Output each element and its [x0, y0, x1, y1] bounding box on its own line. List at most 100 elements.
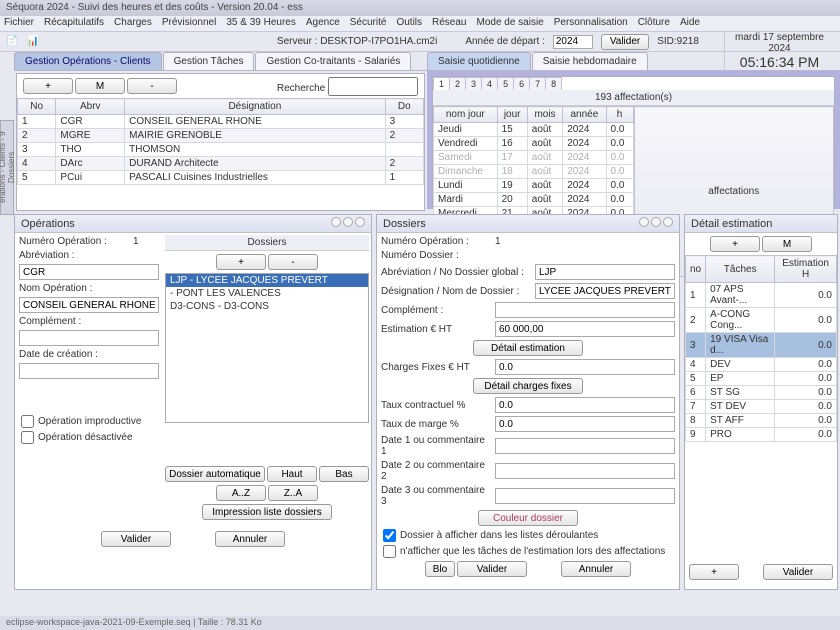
- minus-button[interactable]: -: [268, 254, 318, 270]
- valider-button[interactable]: Valider: [101, 531, 171, 547]
- menu-item[interactable]: Outils: [396, 17, 422, 30]
- time-text: 05:16:34 PM: [725, 54, 834, 70]
- detail-table[interactable]: noTâchesEstimation H107 APS Avant-...0.0…: [685, 255, 837, 442]
- d-abrev-label: Abréviation / No Dossier global :: [381, 267, 531, 278]
- num-tab[interactable]: 1: [433, 77, 450, 90]
- d-est-input[interactable]: [495, 321, 675, 337]
- tab[interactable]: Saisie quotidienne: [427, 52, 531, 70]
- az-button[interactable]: A..Z: [216, 485, 266, 501]
- num-tab[interactable]: 6: [513, 77, 530, 90]
- num-tab[interactable]: 7: [529, 77, 546, 90]
- d-abrev-input[interactable]: [535, 264, 675, 280]
- chk-showlist-label: Dossier à afficher dans les listes dérou…: [400, 530, 598, 541]
- menu-item[interactable]: Agence: [306, 17, 340, 30]
- comp-label: Complément :: [19, 316, 129, 327]
- d-comp-label: Complément :: [381, 305, 491, 316]
- d-taux-input[interactable]: [495, 397, 675, 413]
- plus-button[interactable]: +: [710, 236, 760, 252]
- tab[interactable]: Saisie hebdomadaire: [532, 52, 648, 70]
- blo-button[interactable]: Blo: [425, 561, 455, 577]
- chk-desact-label: Opération désactivée: [38, 432, 133, 443]
- window-controls[interactable]: [329, 217, 365, 230]
- clients-table[interactable]: NoAbrvDésignationDo1CGRCONSEIL GENERAL R…: [17, 98, 424, 185]
- menu-item[interactable]: Sécurité: [350, 17, 387, 30]
- m-button[interactable]: M: [75, 78, 125, 94]
- d-comp-input[interactable]: [495, 302, 675, 318]
- num-tab[interactable]: 2: [449, 77, 466, 90]
- za-button[interactable]: Z..A: [268, 485, 318, 501]
- title-bar: Séquora 2024 - Suivi des heures et des c…: [0, 0, 840, 16]
- status-bar: eclipse-workspace-java-2021-09-Exemple.s…: [0, 616, 840, 630]
- menu-item[interactable]: Fichier: [4, 17, 34, 30]
- num-tab[interactable]: 8: [545, 77, 562, 90]
- menu-item[interactable]: Aide: [680, 17, 700, 30]
- detchf-button[interactable]: Détail charges fixes: [473, 378, 583, 394]
- search-input[interactable]: [328, 77, 418, 96]
- d-desig-label: Désignation / Nom de Dossier :: [381, 286, 531, 297]
- annuler-button[interactable]: Annuler: [215, 531, 285, 547]
- plus-button[interactable]: +: [23, 78, 73, 94]
- d-numop-label: Numéro Opération :: [381, 236, 491, 247]
- nomop-input[interactable]: [19, 297, 159, 313]
- print-button[interactable]: Impression liste dossiers: [202, 504, 332, 520]
- detest-button[interactable]: Détail estimation: [473, 340, 583, 356]
- toolbar-icon[interactable]: 📄: [6, 36, 18, 47]
- validate-button[interactable]: Valider: [601, 34, 649, 50]
- year-input[interactable]: [553, 35, 593, 49]
- haut-button[interactable]: Haut: [267, 466, 317, 482]
- comp-input[interactable]: [19, 330, 159, 346]
- detail-title: Détail estimation: [691, 218, 772, 230]
- plus-button[interactable]: +: [216, 254, 266, 270]
- num-tab[interactable]: 4: [481, 77, 498, 90]
- date-label: Date de création :: [19, 349, 129, 360]
- menu-item[interactable]: 35 & 39 Heures: [226, 17, 296, 30]
- d-chf-input[interactable]: [495, 359, 675, 375]
- chk-tasksonly-label: n'afficher que les tâches de l'estimatio…: [400, 546, 665, 557]
- d-d1-label: Date 1 ou commentaire 1: [381, 435, 491, 457]
- menu-item[interactable]: Charges: [114, 17, 152, 30]
- num-tab[interactable]: 3: [465, 77, 482, 90]
- server-label: Serveur : DESKTOP-I7PO1HA.cm2i: [277, 36, 437, 47]
- color-button[interactable]: Couleur dossier: [478, 510, 578, 526]
- d-d3-label: Date 3 ou commentaire 3: [381, 485, 491, 507]
- num-tabs[interactable]: 12345678: [433, 77, 834, 90]
- minus-button[interactable]: -: [127, 78, 177, 94]
- d-d1-input[interactable]: [495, 438, 675, 454]
- dossier-list[interactable]: LJP - LYCEE JACQUES PREVERT - PONT LES V…: [165, 273, 369, 423]
- date-input[interactable]: [19, 363, 159, 379]
- plus-button[interactable]: +: [689, 564, 739, 580]
- menu-item[interactable]: Prévisionnel: [162, 17, 216, 30]
- menu-item[interactable]: Récapitulatifs: [44, 17, 104, 30]
- bas-button[interactable]: Bas: [319, 466, 369, 482]
- d-marge-input[interactable]: [495, 416, 675, 432]
- menu-item[interactable]: Personnalisation: [554, 17, 628, 30]
- toolbar-icon[interactable]: 📊: [26, 36, 38, 47]
- chk-showlist[interactable]: [383, 529, 396, 542]
- tab[interactable]: Gestion Tâches: [163, 52, 255, 70]
- chk-improd-label: Opération improductive: [38, 416, 141, 427]
- m-button[interactable]: M: [762, 236, 812, 252]
- menu-item[interactable]: Clôture: [638, 17, 670, 30]
- num-tab[interactable]: 5: [497, 77, 514, 90]
- side-tab[interactable]: érations - Clients - 9 Dossiers: [0, 120, 14, 215]
- chk-improd[interactable]: [21, 415, 34, 428]
- chk-tasksonly[interactable]: [383, 545, 396, 558]
- abrev-input[interactable]: [19, 264, 159, 280]
- window-controls[interactable]: [637, 217, 673, 230]
- tab[interactable]: Gestion Opérations - Clients: [14, 52, 162, 70]
- valider-button[interactable]: Valider: [763, 564, 833, 580]
- auto-button[interactable]: Dossier automatique: [165, 466, 265, 482]
- valider-button[interactable]: Valider: [457, 561, 527, 577]
- chk-desact[interactable]: [21, 431, 34, 444]
- d-d3-input[interactable]: [495, 488, 675, 504]
- dossiers-title: Dossiers: [383, 218, 426, 230]
- d-d2-input[interactable]: [495, 463, 675, 479]
- year-label: Année de départ :: [465, 36, 545, 47]
- d-desig-input[interactable]: [535, 283, 675, 299]
- menu-item[interactable]: Mode de saisie: [476, 17, 543, 30]
- annuler-button[interactable]: Annuler: [561, 561, 631, 577]
- tab[interactable]: Gestion Co-traitants - Salariés: [255, 52, 411, 70]
- menu-item[interactable]: Réseau: [432, 17, 466, 30]
- d-numdos-label: Numéro Dossier :: [381, 250, 491, 261]
- numop-value: 1: [133, 236, 139, 247]
